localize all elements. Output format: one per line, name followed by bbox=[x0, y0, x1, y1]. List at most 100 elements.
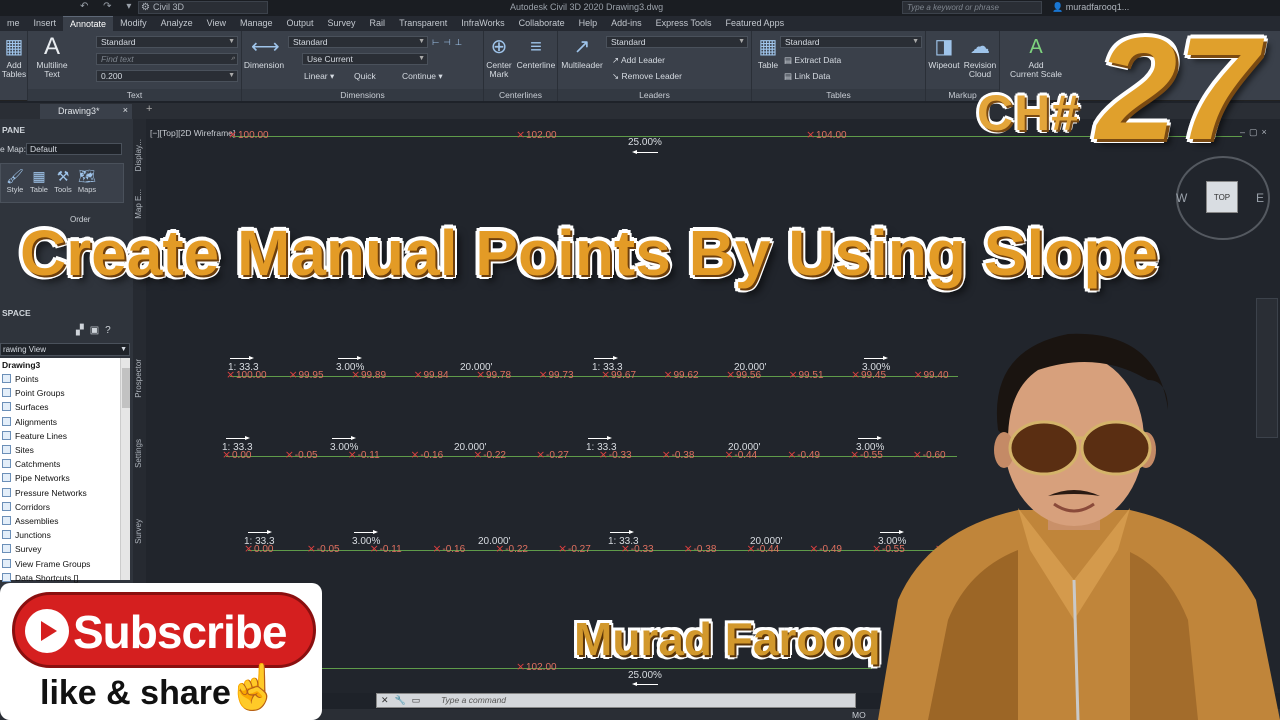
new-tab-button[interactable]: + bbox=[146, 103, 152, 115]
dim-layer-select[interactable]: Use Current ▼ bbox=[302, 53, 428, 65]
tab-infraworks[interactable]: InfraWorks bbox=[454, 16, 511, 31]
quick-access-toolbar[interactable]: ↶ ↷ ▾ bbox=[80, 1, 137, 12]
tab-modify[interactable]: Modify bbox=[113, 16, 154, 31]
tab-transparent[interactable]: Transparent bbox=[392, 16, 454, 31]
tab-featured-apps[interactable]: Featured Apps bbox=[719, 16, 792, 31]
tree-item-assemblies[interactable]: Assemblies bbox=[2, 514, 58, 528]
tree-scrollbar[interactable] bbox=[120, 358, 130, 580]
vertical-tab-3[interactable]: Settings bbox=[134, 439, 143, 468]
subscribe-button[interactable]: Subscribe bbox=[12, 592, 316, 668]
tool-style[interactable]: 🖌 Style bbox=[3, 168, 27, 194]
tree-item-junctions[interactable]: Junctions bbox=[2, 528, 51, 542]
point-marker[interactable]: × bbox=[432, 543, 441, 554]
tree-item-point-groups[interactable]: Point Groups bbox=[2, 386, 65, 400]
centerline-button[interactable]: ≡ Centerline bbox=[514, 35, 558, 70]
add-leader-button[interactable]: ↗ Add Leader bbox=[612, 55, 665, 66]
tab-analyze[interactable]: Analyze bbox=[154, 16, 200, 31]
continue-button[interactable]: Continue ▾ bbox=[402, 71, 443, 82]
command-line[interactable]: ✕🔧▭ Type a command bbox=[376, 693, 856, 708]
view-select[interactable]: rawing View ▼ bbox=[0, 343, 130, 356]
tab-me[interactable]: me bbox=[0, 16, 27, 31]
tab-help[interactable]: Help bbox=[572, 16, 605, 31]
scrollbar-thumb[interactable] bbox=[122, 368, 130, 408]
linear-button[interactable]: Linear ▾ bbox=[304, 71, 334, 82]
tab-annotate[interactable]: Annotate bbox=[63, 16, 114, 31]
tab-insert[interactable]: Insert bbox=[27, 16, 64, 31]
top-profile-line[interactable] bbox=[232, 136, 1242, 137]
point-marker[interactable]: × bbox=[851, 369, 860, 380]
tree-item-view-frame-groups[interactable]: View Frame Groups bbox=[2, 557, 90, 571]
revision-cloud-button[interactable]: ☁ Revision Cloud bbox=[958, 35, 1002, 79]
text-style-select[interactable]: Standard ▼ bbox=[96, 36, 238, 48]
point-marker[interactable]: × bbox=[414, 369, 423, 380]
row1-line[interactable] bbox=[230, 376, 958, 377]
point-marker[interactable]: × bbox=[664, 369, 673, 380]
command-icons[interactable]: ✕🔧▭ bbox=[381, 694, 426, 707]
find-text-input[interactable]: Find text ⌕ bbox=[96, 53, 238, 65]
point-marker[interactable]: × bbox=[285, 449, 294, 460]
vertical-tab-0[interactable]: Display... bbox=[134, 139, 143, 171]
table-style-select[interactable]: Standard ▼ bbox=[780, 36, 922, 48]
point-marker[interactable]: × bbox=[410, 449, 419, 460]
remove-leader-button[interactable]: ↘ Remove Leader bbox=[612, 71, 682, 82]
tree-item-survey[interactable]: Survey bbox=[2, 542, 41, 556]
point-marker[interactable]: × bbox=[806, 129, 815, 140]
prospector-toolbar[interactable]: ▞▣? bbox=[76, 325, 117, 336]
tab-rail[interactable]: Rail bbox=[363, 16, 393, 31]
tab-collaborate[interactable]: Collaborate bbox=[512, 16, 572, 31]
tree-item-points[interactable]: Points bbox=[2, 372, 39, 386]
link-data-button[interactable]: ▤ Link Data bbox=[784, 71, 830, 82]
tab-manage[interactable]: Manage bbox=[233, 16, 280, 31]
point-marker[interactable]: × bbox=[516, 661, 525, 672]
file-tab-drawing3[interactable]: Drawing3* × bbox=[40, 104, 132, 119]
row2-line[interactable] bbox=[226, 456, 957, 457]
point-marker[interactable]: × bbox=[787, 449, 796, 460]
tree-item-catchments[interactable]: Catchments bbox=[2, 457, 60, 471]
point-marker[interactable]: × bbox=[558, 543, 567, 554]
tree-item-alignments[interactable]: Alignments bbox=[2, 415, 57, 429]
compass-east[interactable]: E bbox=[1256, 191, 1264, 205]
multiline-text-button[interactable]: A Multiline Text bbox=[30, 35, 74, 79]
leader-style-select[interactable]: Standard ▼ bbox=[606, 36, 748, 48]
point-marker[interactable]: × bbox=[789, 369, 798, 380]
layout-tab-mo[interactable]: MO bbox=[852, 710, 866, 720]
vertical-tab-2[interactable]: Prospector bbox=[134, 359, 143, 398]
point-marker[interactable]: × bbox=[228, 129, 237, 140]
tree-item-pipe-networks[interactable]: Pipe Networks bbox=[2, 471, 70, 485]
tab-output[interactable]: Output bbox=[280, 16, 321, 31]
dim-style-select[interactable]: Standard ▼ bbox=[288, 36, 428, 48]
viewport-label[interactable]: [−][Top][2D Wireframe] bbox=[150, 128, 235, 138]
vertical-tab-4[interactable]: Survey bbox=[134, 519, 143, 544]
quick-button[interactable]: Quick bbox=[354, 71, 376, 81]
dimension-button[interactable]: ⟷ Dimension bbox=[242, 35, 286, 70]
extract-data-button[interactable]: ▤ Extract Data bbox=[784, 55, 841, 66]
point-marker[interactable]: × bbox=[809, 543, 818, 554]
tree-item-sites[interactable]: Sites bbox=[2, 443, 34, 457]
tab-survey[interactable]: Survey bbox=[321, 16, 363, 31]
tree-item-corridors[interactable]: Corridors bbox=[2, 500, 50, 514]
tool-maps[interactable]: 🗺 Maps bbox=[75, 168, 99, 194]
tool-tools[interactable]: ⚒ Tools bbox=[51, 168, 75, 194]
point-marker[interactable]: × bbox=[539, 369, 548, 380]
tree-root[interactable]: Drawing3 bbox=[2, 358, 40, 372]
tool-table[interactable]: ▦ Table bbox=[27, 168, 51, 194]
point-marker[interactable]: × bbox=[684, 543, 693, 554]
point-marker[interactable]: × bbox=[307, 543, 316, 554]
point-marker[interactable]: × bbox=[289, 369, 298, 380]
viewcube[interactable]: TOP bbox=[1206, 181, 1238, 213]
tree-item-feature-lines[interactable]: Feature Lines bbox=[2, 429, 67, 443]
search-input[interactable]: Type a keyword or phrase bbox=[902, 1, 1042, 14]
tree-item-surfaces[interactable]: Surfaces bbox=[2, 400, 49, 414]
tree-item-pressure-networks[interactable]: Pressure Networks bbox=[2, 486, 87, 500]
tab-add-ins[interactable]: Add-ins bbox=[604, 16, 649, 31]
multileader-button[interactable]: ↗ Multileader bbox=[560, 35, 604, 70]
map-select[interactable]: Default bbox=[26, 143, 122, 155]
compass-west[interactable]: W bbox=[1176, 191, 1187, 205]
workspace-selector[interactable]: ⚙ Civil 3D bbox=[138, 1, 268, 14]
text-height-select[interactable]: 0.200 ▼ bbox=[96, 70, 238, 82]
tab-express-tools[interactable]: Express Tools bbox=[649, 16, 719, 31]
point-marker[interactable]: × bbox=[536, 449, 545, 460]
close-icon[interactable]: × bbox=[123, 105, 128, 115]
tab-view[interactable]: View bbox=[200, 16, 233, 31]
dim-tools-icons[interactable]: ⊢⊣⊥ bbox=[432, 37, 466, 48]
